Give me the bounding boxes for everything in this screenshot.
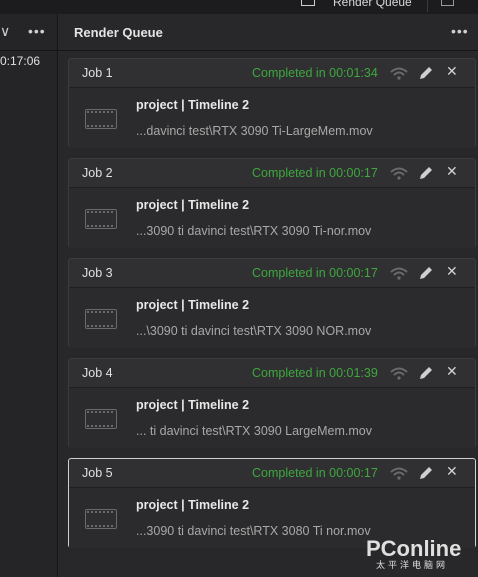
more-options-icon[interactable]: ••• — [451, 23, 469, 39]
job-name: Job 4 — [82, 366, 113, 380]
job-output-path: ...3090 ti davinci test\RTX 3090 Ti-nor.… — [136, 224, 372, 238]
film-clip-icon — [85, 109, 117, 129]
remote-render-icon[interactable] — [389, 166, 409, 180]
job-name: Job 1 — [82, 66, 113, 80]
maximize-icon[interactable] — [441, 0, 454, 6]
left-panel-header: ∨ ••• — [0, 14, 57, 51]
job-status: Completed in 00:00:17 — [252, 466, 378, 480]
more-options-icon[interactable]: ••• — [28, 23, 46, 39]
panel-title: Render Queue — [74, 25, 163, 40]
job-name: Job 3 — [82, 266, 113, 280]
job-title: project | Timeline 2 — [136, 198, 250, 212]
close-icon[interactable]: ✕ — [446, 363, 458, 380]
close-icon[interactable]: ✕ — [446, 463, 458, 480]
film-clip-icon — [85, 409, 117, 429]
close-icon[interactable]: ✕ — [446, 163, 458, 180]
edit-icon[interactable] — [418, 465, 434, 481]
film-clip-icon — [85, 509, 117, 529]
job-name: Job 5 — [82, 466, 113, 480]
remote-render-icon[interactable] — [389, 266, 409, 280]
job-name: Job 2 — [82, 166, 113, 180]
edit-icon[interactable] — [418, 65, 434, 81]
job-card-5[interactable]: Job 5 Completed in 00:00:17 ✕ project | … — [68, 458, 476, 548]
render-queue-icon[interactable] — [301, 0, 315, 6]
left-panel: ∨ ••• 0:17:06 — [0, 14, 58, 577]
render-queue-toggle-label[interactable]: Render Queue — [333, 0, 412, 9]
remote-render-icon[interactable] — [389, 466, 409, 480]
job-status: Completed in 00:01:39 — [252, 366, 378, 380]
render-queue-header: Render Queue ••• — [58, 14, 478, 51]
job-status: Completed in 00:01:34 — [252, 66, 378, 80]
job-card-1[interactable]: Job 1 Completed in 00:01:34 ✕ project | … — [68, 58, 476, 148]
edit-icon[interactable] — [418, 365, 434, 381]
timecode: 0:17:06 — [0, 54, 41, 68]
edit-icon[interactable] — [418, 165, 434, 181]
job-output-path: ... ti davinci test\RTX 3090 LargeMem.mo… — [136, 424, 372, 438]
job-title: project | Timeline 2 — [136, 298, 250, 312]
job-output-path: ...davinci test\RTX 3090 Ti-LargeMem.mov — [136, 124, 373, 138]
toolbar-divider — [427, 0, 428, 12]
remote-render-icon[interactable] — [389, 366, 409, 380]
film-clip-icon — [85, 309, 117, 329]
job-status: Completed in 00:00:17 — [252, 266, 378, 280]
close-icon[interactable]: ✕ — [446, 63, 458, 80]
edit-icon[interactable] — [418, 265, 434, 281]
render-queue-panel: Render Queue ••• Job 1 Completed in 00:0… — [58, 14, 478, 577]
job-card-4[interactable]: Job 4 Completed in 00:01:39 ✕ project | … — [68, 358, 476, 448]
job-status: Completed in 00:00:17 — [252, 166, 378, 180]
job-title: project | Timeline 2 — [136, 398, 250, 412]
job-title: project | Timeline 2 — [136, 98, 250, 112]
top-toolbar: Render Queue — [0, 0, 478, 14]
remote-render-icon[interactable] — [389, 66, 409, 80]
job-title: project | Timeline 2 — [136, 498, 250, 512]
close-icon[interactable]: ✕ — [446, 263, 458, 280]
film-clip-icon — [85, 209, 117, 229]
job-output-path: ...3090 ti davinci test\RTX 3080 Ti nor.… — [136, 524, 371, 538]
chevron-down-icon[interactable]: ∨ — [0, 23, 10, 40]
job-output-path: ...\3090 ti davinci test\RTX 3090 NOR.mo… — [136, 324, 372, 338]
job-card-3[interactable]: Job 3 Completed in 00:00:17 ✕ project | … — [68, 258, 476, 348]
job-card-2[interactable]: Job 2 Completed in 00:00:17 ✕ project | … — [68, 158, 476, 248]
site-watermark-subtitle: 太平洋电脑网 — [376, 560, 449, 570]
